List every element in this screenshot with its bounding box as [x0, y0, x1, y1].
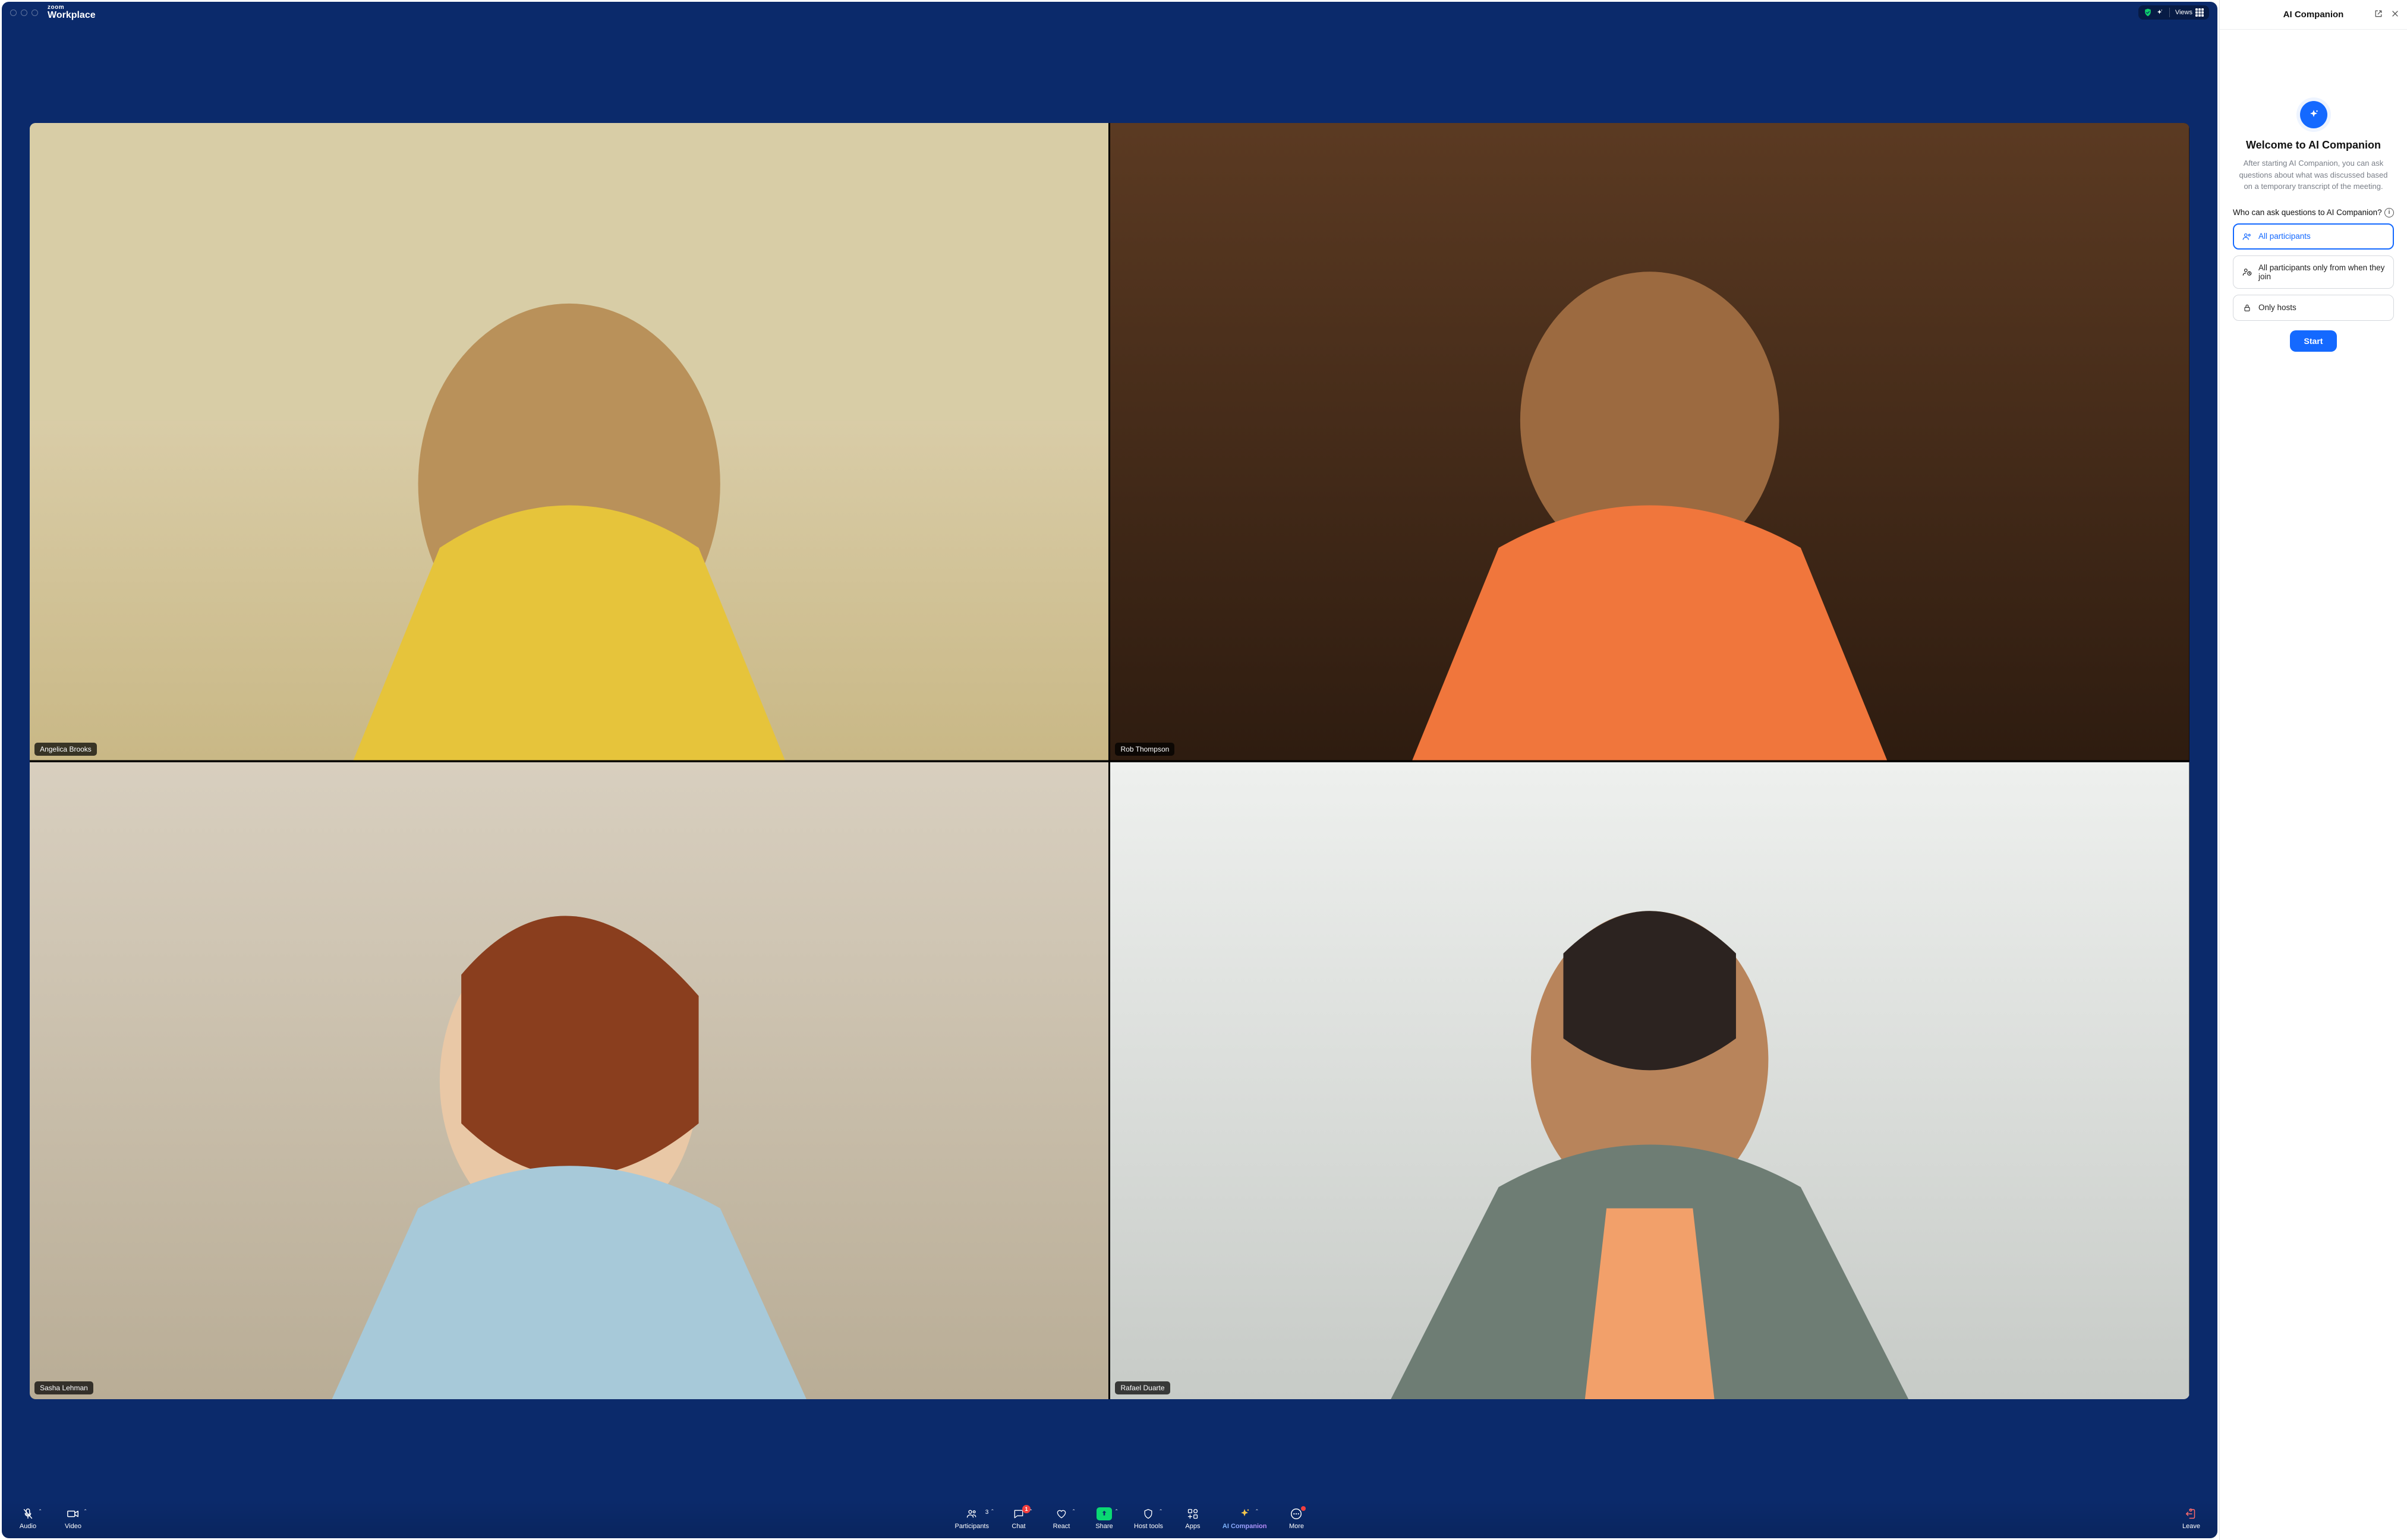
camera-icon: ⌃	[65, 1507, 81, 1520]
ai-companion-panel: AI Companion Welcome to AI Companion Aft…	[2219, 0, 2407, 1540]
share-screen-icon: ⌃	[1096, 1507, 1113, 1520]
video-grid: Angelica Brooks Rob Thompson	[30, 123, 2189, 1399]
meeting-toolbar: ⌃ Audio ⌃ Video 3 ⌃ Participants	[2, 1499, 2217, 1538]
views-label: Views	[2175, 9, 2192, 16]
leave-button[interactable]: Leave	[2178, 1507, 2204, 1530]
shield-icon: ⌃	[1140, 1507, 1157, 1520]
ai-sparkle-icon: ⌃	[1236, 1507, 1253, 1520]
leave-icon	[2183, 1507, 2200, 1520]
popout-icon[interactable]	[2374, 9, 2383, 21]
participants-button[interactable]: 3 ⌃ Participants	[955, 1507, 989, 1530]
person-clock-icon	[2242, 267, 2252, 277]
more-icon	[1288, 1507, 1305, 1520]
more-badge	[1301, 1506, 1306, 1511]
participants-label: Participants	[955, 1523, 989, 1530]
option-label: All participants only from when they joi…	[2258, 263, 2385, 281]
titlebar: zoom Workplace Views	[2, 2, 2217, 23]
panel-header: AI Companion	[2220, 0, 2407, 30]
participant-name-tag: Rob Thompson	[1115, 743, 1174, 756]
participant-name-tag: Angelica Brooks	[34, 743, 97, 756]
start-button[interactable]: Start	[2290, 330, 2337, 352]
ai-companion-logo-icon	[2300, 101, 2327, 128]
chat-button[interactable]: 1 ⌃ Chat	[1006, 1507, 1032, 1530]
option-label: All participants	[2258, 232, 2311, 241]
caret-up-icon: ⌃	[83, 1509, 87, 1514]
video-tile[interactable]: Angelica Brooks	[30, 123, 1108, 760]
window-zoom-dot[interactable]	[31, 10, 38, 16]
titlebar-divider	[2169, 8, 2170, 17]
apps-icon	[1184, 1507, 1201, 1520]
caret-up-icon: ⌃	[991, 1509, 995, 1514]
participants-icon: 3 ⌃	[963, 1507, 980, 1520]
info-icon[interactable]: i	[2384, 208, 2394, 217]
ai-sparkle-icon[interactable]	[2154, 7, 2166, 18]
react-label: React	[1053, 1523, 1070, 1530]
encryption-shield-icon[interactable]	[2142, 7, 2154, 18]
people-icon	[2242, 231, 2252, 242]
more-label: More	[1289, 1523, 1304, 1530]
app-logo: zoom Workplace	[48, 5, 96, 20]
microphone-muted-icon: ⌃	[20, 1507, 36, 1520]
option-only-hosts[interactable]: Only hosts	[2233, 295, 2394, 321]
titlebar-right-cluster: Views	[2138, 5, 2209, 20]
more-button[interactable]: More	[1283, 1507, 1309, 1530]
video-tile[interactable]: Sasha Lehman	[30, 762, 1108, 1399]
grid-icon	[2195, 8, 2204, 17]
host-tools-button[interactable]: ⌃ Host tools	[1134, 1507, 1163, 1530]
video-tile[interactable]: Rob Thompson	[1110, 123, 2189, 760]
ai-label: AI Companion	[1223, 1523, 1267, 1530]
share-label: Share	[1095, 1523, 1113, 1530]
start-label: Start	[2304, 336, 2323, 346]
brand-bottom: Workplace	[48, 11, 96, 20]
caret-up-icon: ⌃	[1029, 1509, 1033, 1514]
option-label: Only hosts	[2258, 303, 2296, 312]
caret-up-icon: ⌃	[1159, 1509, 1163, 1514]
react-button[interactable]: ⌃ React	[1048, 1507, 1075, 1530]
option-from-when-join[interactable]: All participants only from when they joi…	[2233, 255, 2394, 289]
views-button[interactable]: Views	[2173, 7, 2206, 18]
welcome-title: Welcome to AI Companion	[2246, 139, 2381, 152]
caret-up-icon: ⌃	[38, 1509, 42, 1514]
participant-name-tag: Rafael Duarte	[1115, 1381, 1170, 1394]
panel-title: AI Companion	[2283, 10, 2344, 20]
video-tile[interactable]: Rafael Duarte	[1110, 762, 2189, 1399]
video-label: Video	[65, 1523, 81, 1530]
heart-icon: ⌃	[1053, 1507, 1070, 1520]
option-all-participants[interactable]: All participants	[2233, 223, 2394, 250]
share-button[interactable]: ⌃ Share	[1091, 1507, 1117, 1530]
video-thumbnail-placeholder	[30, 762, 1108, 1399]
window-traffic-lights[interactable]	[10, 10, 38, 16]
window-close-dot[interactable]	[10, 10, 17, 16]
video-grid-wrap: Angelica Brooks Rob Thompson	[2, 23, 2217, 1499]
apps-label: Apps	[1185, 1523, 1200, 1530]
caret-up-icon: ⌃	[1255, 1509, 1259, 1514]
chat-label: Chat	[1012, 1523, 1025, 1530]
close-icon[interactable]	[2390, 9, 2400, 21]
panel-body: Welcome to AI Companion After starting A…	[2220, 30, 2407, 365]
video-thumbnail-placeholder	[30, 123, 1108, 760]
lock-icon	[2242, 302, 2252, 313]
audio-label: Audio	[20, 1523, 36, 1530]
participant-name-tag: Sasha Lehman	[34, 1381, 93, 1394]
caret-up-icon: ⌃	[1114, 1509, 1119, 1514]
caret-up-icon: ⌃	[1072, 1509, 1076, 1514]
host-tools-label: Host tools	[1134, 1523, 1163, 1530]
meeting-window: zoom Workplace Views	[2, 2, 2217, 1538]
permission-question-row: Who can ask questions to AI Companion? i	[2233, 208, 2394, 217]
ai-companion-button[interactable]: ⌃ AI Companion	[1223, 1507, 1267, 1530]
participants-count: 3	[985, 1509, 989, 1516]
window-minimize-dot[interactable]	[21, 10, 27, 16]
chat-icon: 1 ⌃	[1010, 1507, 1027, 1520]
apps-button[interactable]: Apps	[1180, 1507, 1206, 1530]
video-button[interactable]: ⌃ Video	[60, 1507, 86, 1530]
permission-question: Who can ask questions to AI Companion?	[2233, 208, 2382, 217]
leave-label: Leave	[2182, 1523, 2200, 1530]
video-thumbnail-placeholder	[1110, 762, 2189, 1399]
welcome-description: After starting AI Companion, you can ask…	[2233, 157, 2394, 192]
audio-button[interactable]: ⌃ Audio	[15, 1507, 41, 1530]
video-thumbnail-placeholder	[1110, 123, 2189, 760]
